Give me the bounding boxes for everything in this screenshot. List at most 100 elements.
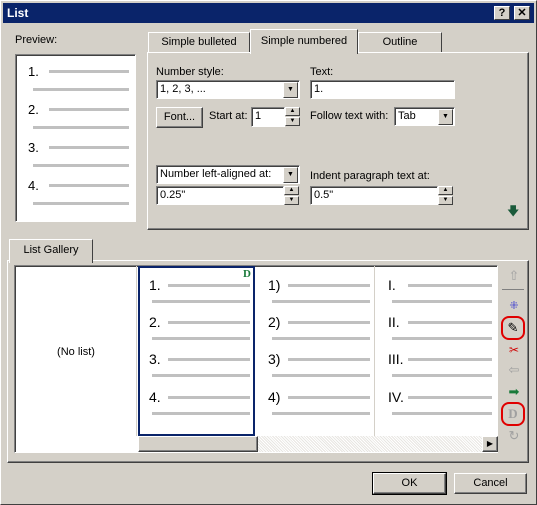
gallery-number: II. [388, 314, 400, 330]
preview-number: 3. [28, 140, 39, 155]
default-icon[interactable]: D [503, 405, 523, 423]
toolbar-divider [502, 289, 524, 290]
gallery-number: 1. [149, 277, 161, 293]
start-at-input[interactable]: 1 [251, 107, 285, 127]
spin-up-icon[interactable]: ▲ [438, 186, 453, 195]
indent-label: Indent paragraph text at: [310, 170, 430, 182]
help-icon: ? [498, 7, 506, 19]
gallery-line [408, 396, 492, 399]
start-at-value: 1 [255, 110, 262, 122]
no-list-label: (No list) [57, 346, 95, 358]
chevron-down-icon[interactable]: ▼ [438, 109, 453, 125]
preview-line [49, 184, 129, 187]
gallery-number: 3. [149, 351, 161, 367]
gallery-number: 4. [149, 389, 161, 405]
tab-simple-bulleted[interactable]: Simple bulleted [148, 32, 250, 53]
text-input[interactable]: 1. [310, 80, 455, 99]
dialog-title: List [7, 6, 29, 20]
move-left-icon[interactable]: ⇦ [504, 361, 524, 379]
scrollbar-thumb[interactable] [138, 436, 258, 452]
preview-line [33, 202, 129, 205]
follow-text-label: Follow text with: [310, 110, 389, 122]
preview-line [33, 164, 129, 167]
spin-down-icon[interactable]: ▼ [284, 196, 299, 205]
gallery-line [408, 358, 492, 361]
gallery-line [272, 374, 370, 377]
chevron-down-icon[interactable]: ▼ [283, 167, 298, 183]
gallery-number: 1) [268, 277, 281, 293]
font-button[interactable]: Font... [156, 107, 203, 128]
ok-button[interactable]: OK [372, 472, 447, 495]
gallery-number: I. [388, 277, 396, 293]
close-button[interactable]: ✕ [514, 6, 530, 20]
align-at-input[interactable]: 0.25" [156, 186, 284, 205]
gallery-item-numbered-paren[interactable]: 1) 2) 3) 4) [258, 266, 375, 436]
number-style-dropdown[interactable]: 1, 2, 3, ... ▼ [156, 80, 300, 99]
gallery-line [152, 374, 250, 377]
gallery-number: III. [388, 351, 404, 367]
gallery-number: 2) [268, 314, 281, 330]
gallery-line [168, 284, 250, 287]
chevron-down-icon[interactable]: ▼ [283, 82, 298, 98]
gallery-item-no-list[interactable]: (No list) [15, 266, 137, 436]
help-button[interactable]: ? [494, 6, 510, 20]
preview-line [49, 146, 129, 149]
gallery-list: (No list) D 1. 2. 3. 4. 1) 2) 3) 4) I. I… [14, 265, 498, 453]
spin-up-icon[interactable]: ▲ [284, 186, 299, 195]
gallery-line [272, 412, 370, 415]
gallery-line [288, 396, 370, 399]
gallery-item-numbered-period[interactable]: D 1. 2. 3. 4. [138, 266, 255, 436]
expand-down-arrow-icon[interactable]: 🡇 [507, 202, 519, 223]
preview-line [49, 70, 129, 73]
move-up-icon[interactable]: ⇧ [504, 267, 524, 285]
gallery-line [168, 321, 250, 324]
ok-label: OK [373, 473, 446, 494]
gallery-line [152, 300, 250, 303]
title-bar: List ? ✕ [3, 3, 534, 23]
spin-down-icon[interactable]: ▼ [285, 117, 300, 126]
edit-icon[interactable]: ✎ [503, 319, 523, 337]
gallery-line [272, 337, 370, 340]
tab-list-gallery[interactable]: List Gallery [9, 239, 93, 263]
cancel-button[interactable]: Cancel [454, 473, 527, 494]
gallery-number: 4) [268, 389, 281, 405]
preview-number: 4. [28, 178, 39, 193]
gallery-line [152, 337, 250, 340]
text-label: Text: [310, 66, 334, 78]
spin-up-icon[interactable]: ▲ [285, 107, 300, 116]
gallery-line [168, 396, 250, 399]
horizontal-scrollbar[interactable]: ▶ [138, 436, 498, 452]
delete-icon[interactable]: ✂ [504, 341, 524, 359]
preview-panel: 1. 2. 3. 4. [15, 54, 136, 222]
reset-icon[interactable]: ↻ [504, 427, 524, 445]
insert-icon[interactable]: ⁜ [504, 297, 524, 315]
gallery-item-roman[interactable]: I. II. III. IV. [376, 266, 498, 436]
tab-simple-numbered[interactable]: Simple numbered [250, 29, 358, 54]
preview-line [49, 108, 129, 111]
gallery-line [288, 284, 370, 287]
preview-number: 1. [28, 64, 39, 79]
gallery-line [168, 358, 250, 361]
gallery-line [392, 337, 492, 340]
alignment-value: Number left-aligned at: [160, 168, 272, 180]
scroll-right-icon[interactable]: ▶ [482, 436, 498, 452]
tab-outline[interactable]: Outline [358, 32, 442, 53]
preview-line [33, 126, 129, 129]
indent-input[interactable]: 0.5" [310, 186, 438, 205]
gallery-line [392, 374, 492, 377]
gallery-line [288, 321, 370, 324]
text-value: 1. [314, 83, 324, 95]
follow-text-dropdown[interactable]: Tab ▼ [394, 107, 455, 126]
gallery-line [152, 412, 250, 415]
spin-down-icon[interactable]: ▼ [438, 196, 453, 205]
start-at-label: Start at: [209, 110, 248, 122]
number-style-label: Number style: [156, 66, 224, 78]
follow-text-value: Tab [398, 110, 416, 122]
gallery-line [392, 412, 492, 415]
preview-label: Preview: [15, 34, 58, 46]
gallery-line [408, 284, 492, 287]
move-right-icon[interactable]: ➡ [504, 383, 524, 401]
indent-value: 0.5" [314, 189, 334, 201]
gallery-number: IV. [388, 389, 404, 405]
alignment-dropdown[interactable]: Number left-aligned at: ▼ [156, 165, 300, 184]
